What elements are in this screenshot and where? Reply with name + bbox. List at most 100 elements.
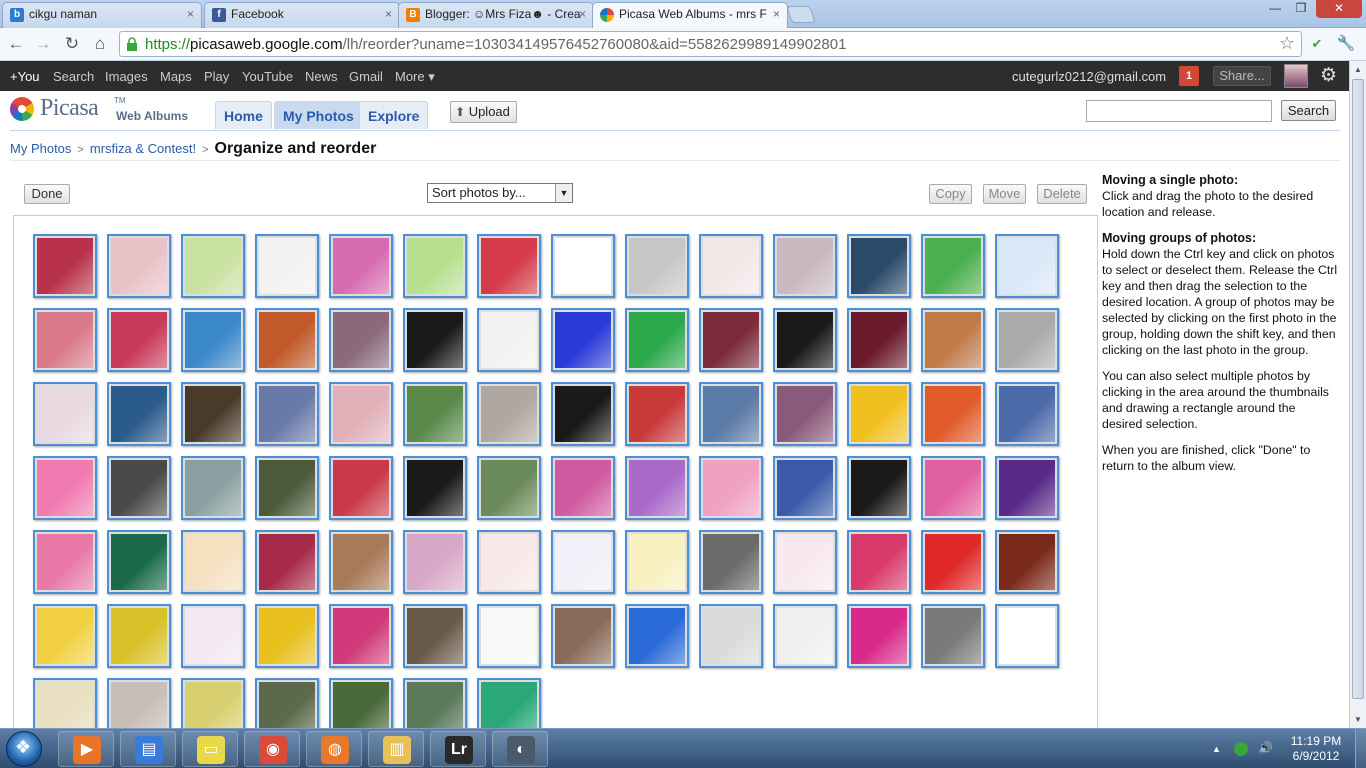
photo-thumbnail[interactable] — [403, 308, 467, 372]
sort-photos-select[interactable]: Sort photos by... ▼ — [427, 183, 573, 203]
photo-thumbnail[interactable] — [921, 308, 985, 372]
search-input[interactable] — [1086, 100, 1272, 122]
home-icon[interactable]: ⌂ — [89, 34, 111, 56]
photo-thumbnail[interactable] — [255, 308, 319, 372]
taskbar-media-player-button[interactable]: ▶ — [58, 731, 114, 767]
reload-icon[interactable]: ↻ — [61, 34, 83, 56]
browser-tab-blogger[interactable]: B Blogger: ☺Mrs Fiza☻ - Crea × — [398, 2, 594, 28]
photo-thumbnail[interactable] — [847, 382, 911, 446]
tab-close-icon[interactable]: × — [579, 3, 586, 25]
tab-my-photos[interactable]: My Photos — [274, 101, 363, 129]
photo-thumbnail[interactable] — [551, 530, 615, 594]
notification-badge[interactable]: 1 — [1179, 66, 1199, 86]
photo-thumbnail[interactable] — [329, 382, 393, 446]
taskbar-sticky-notes-button[interactable]: ▭ — [182, 731, 238, 767]
photo-grid[interactable] — [13, 215, 1098, 730]
photo-thumbnail[interactable] — [329, 456, 393, 520]
delete-button[interactable]: Delete — [1037, 184, 1087, 204]
photo-thumbnail[interactable] — [551, 382, 615, 446]
photo-thumbnail[interactable] — [33, 308, 97, 372]
photo-thumbnail[interactable] — [329, 308, 393, 372]
photo-thumbnail[interactable] — [477, 234, 541, 298]
photo-thumbnail[interactable] — [107, 382, 171, 446]
photo-thumbnail[interactable] — [403, 530, 467, 594]
photo-thumbnail[interactable] — [329, 530, 393, 594]
photo-thumbnail[interactable] — [847, 530, 911, 594]
photo-thumbnail[interactable] — [33, 456, 97, 520]
scroll-up-icon[interactable]: ▲ — [1350, 61, 1366, 78]
photo-thumbnail[interactable] — [551, 234, 615, 298]
photo-thumbnail[interactable] — [181, 456, 245, 520]
photo-thumbnail[interactable] — [33, 234, 97, 298]
maximize-button[interactable]: ❐ — [1288, 0, 1314, 18]
taskbar-explorer-button[interactable]: ▥ — [368, 731, 424, 767]
photo-thumbnail[interactable] — [847, 234, 911, 298]
photo-thumbnail[interactable] — [847, 604, 911, 668]
photo-thumbnail[interactable] — [255, 604, 319, 668]
avatar[interactable] — [1284, 64, 1308, 88]
photo-thumbnail[interactable] — [477, 604, 541, 668]
gbar-item-more[interactable]: More ▾ — [395, 69, 435, 85]
browser-tab-cikgu-naman[interactable]: b cikgu naman × — [2, 2, 202, 28]
wrench-menu-icon[interactable]: 🔧 — [1335, 34, 1357, 56]
photo-thumbnail[interactable] — [477, 530, 541, 594]
photo-thumbnail[interactable] — [699, 234, 763, 298]
taskbar-firefox-button[interactable]: ◍ — [306, 731, 362, 767]
photo-thumbnail[interactable] — [255, 382, 319, 446]
photo-thumbnail[interactable] — [699, 308, 763, 372]
photo-thumbnail[interactable] — [995, 530, 1059, 594]
photo-thumbnail[interactable] — [921, 456, 985, 520]
gbar-item-youtube[interactable]: YouTube — [242, 69, 293, 84]
show-desktop-button[interactable] — [1355, 729, 1366, 768]
breadcrumb-my-photos[interactable]: My Photos — [10, 141, 71, 156]
photo-thumbnail[interactable] — [107, 604, 171, 668]
photo-thumbnail[interactable] — [107, 678, 171, 730]
photo-thumbnail[interactable] — [403, 382, 467, 446]
photo-thumbnail[interactable] — [477, 308, 541, 372]
photo-thumbnail[interactable] — [33, 678, 97, 730]
photo-thumbnail[interactable] — [625, 530, 689, 594]
photo-thumbnail[interactable] — [699, 382, 763, 446]
photo-thumbnail[interactable] — [255, 234, 319, 298]
photo-thumbnail[interactable] — [255, 678, 319, 730]
photo-thumbnail[interactable] — [847, 456, 911, 520]
photo-thumbnail[interactable] — [33, 604, 97, 668]
photo-thumbnail[interactable] — [181, 678, 245, 730]
share-button[interactable]: Share... — [1213, 66, 1271, 86]
tab-home[interactable]: Home — [215, 101, 272, 129]
photo-thumbnail[interactable] — [33, 530, 97, 594]
photo-thumbnail[interactable] — [773, 308, 837, 372]
photo-thumbnail[interactable] — [329, 678, 393, 730]
photo-thumbnail[interactable] — [995, 234, 1059, 298]
photo-thumbnail[interactable] — [921, 604, 985, 668]
upload-button[interactable]: ⬆ Upload — [450, 101, 517, 123]
photo-thumbnail[interactable] — [181, 604, 245, 668]
photo-thumbnail[interactable] — [625, 456, 689, 520]
photo-thumbnail[interactable] — [847, 308, 911, 372]
photo-thumbnail[interactable] — [403, 678, 467, 730]
photo-thumbnail[interactable] — [181, 308, 245, 372]
copy-button[interactable]: Copy — [929, 184, 972, 204]
photo-thumbnail[interactable] — [699, 530, 763, 594]
tab-close-icon[interactable]: × — [385, 3, 392, 25]
photo-thumbnail[interactable] — [181, 530, 245, 594]
gbar-item-maps[interactable]: Maps — [160, 69, 192, 84]
minimize-button[interactable]: — — [1262, 0, 1288, 18]
photo-thumbnail[interactable] — [403, 234, 467, 298]
taskbar-sync-button[interactable]: ◐ — [492, 731, 548, 767]
photo-thumbnail[interactable] — [255, 530, 319, 594]
back-icon[interactable]: ← — [5, 34, 27, 56]
account-email[interactable]: cutegurlz0212@gmail.com — [1012, 69, 1166, 84]
photo-thumbnail[interactable] — [181, 234, 245, 298]
photo-thumbnail[interactable] — [921, 234, 985, 298]
breadcrumb-album[interactable]: mrsfiza & Contest! — [90, 141, 196, 156]
photo-thumbnail[interactable] — [107, 234, 171, 298]
photo-thumbnail[interactable] — [329, 604, 393, 668]
photo-thumbnail[interactable] — [551, 308, 615, 372]
photo-thumbnail[interactable] — [773, 530, 837, 594]
photo-thumbnail[interactable] — [995, 382, 1059, 446]
photo-thumbnail[interactable] — [181, 382, 245, 446]
photo-thumbnail[interactable] — [477, 382, 541, 446]
photo-thumbnail[interactable] — [995, 456, 1059, 520]
photo-thumbnail[interactable] — [403, 456, 467, 520]
